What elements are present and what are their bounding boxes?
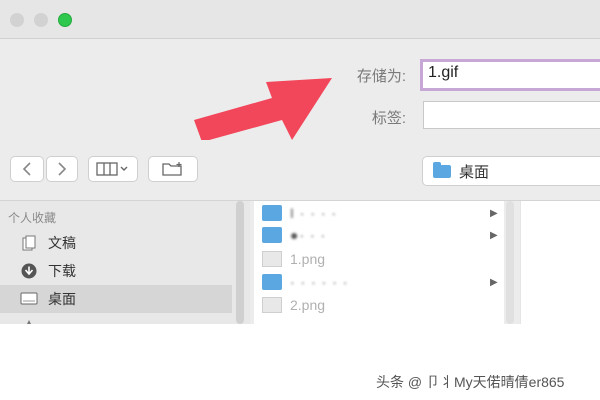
- file-name: · · · · · ·: [290, 274, 349, 290]
- sidebar-item-documents[interactable]: 文稿: [0, 229, 232, 257]
- preview-column: [520, 201, 600, 324]
- file-name: ●· · ·: [290, 227, 327, 243]
- file-name: 1.png: [290, 251, 326, 267]
- title-bar: [0, 0, 600, 39]
- folder-icon: [262, 205, 282, 221]
- location-popup[interactable]: 桌面: [422, 156, 600, 186]
- toolbar: 桌面: [0, 140, 600, 201]
- zoom-button[interactable]: [58, 13, 72, 27]
- file-row[interactable]: ●· · · ▶: [254, 223, 504, 247]
- tags-input[interactable]: [423, 101, 600, 129]
- minimize-button[interactable]: [34, 13, 48, 27]
- applications-icon: [20, 318, 38, 324]
- save-as-input[interactable]: 1.gif: [420, 59, 600, 91]
- sidebar-item-downloads[interactable]: 下载: [0, 257, 232, 285]
- chevron-right-icon: [58, 162, 67, 176]
- sidebar: 个人收藏 文稿 下载 桌面: [0, 201, 250, 324]
- disclosure-arrow-icon: ▶: [490, 276, 498, 288]
- file-name: I · · · ·: [290, 205, 338, 221]
- sidebar-section-favorites: 个人收藏: [8, 211, 57, 225]
- documents-icon: [20, 234, 38, 252]
- file-name: 2.png: [290, 297, 326, 313]
- sidebar-item-label: 下载: [48, 263, 76, 279]
- forward-button[interactable]: [46, 156, 78, 182]
- file-row[interactable]: · · · · · · ▶: [254, 270, 504, 294]
- sidebar-item-label: 桌面: [48, 291, 76, 307]
- disclosure-arrow-icon: ▶: [490, 207, 498, 219]
- image-file-icon: [262, 297, 282, 313]
- annotation-arrow: [194, 78, 332, 142]
- folder-icon: [262, 227, 282, 243]
- file-list-scrollbar[interactable]: [506, 201, 514, 324]
- close-button[interactable]: [10, 13, 24, 27]
- file-list: I · · · · ▶ ●· · · ▶ 1.png · · · · · · ▶…: [254, 201, 504, 324]
- desktop-icon: [20, 290, 38, 308]
- location-label: 桌面: [459, 163, 490, 181]
- back-button[interactable]: [10, 156, 44, 182]
- watermark: 头条 @ 卩丬My天偌晴倩er865: [376, 374, 565, 390]
- chevron-left-icon: [22, 162, 31, 176]
- sidebar-item-label: 文稿: [48, 235, 76, 251]
- sidebar-item-desktop[interactable]: 桌面: [0, 285, 232, 313]
- view-options-button[interactable]: [88, 156, 138, 182]
- new-folder-icon: [162, 162, 182, 176]
- file-row[interactable]: 2.png: [254, 293, 504, 317]
- disclosure-arrow-icon: ▶: [490, 229, 498, 241]
- downloads-icon: [20, 262, 38, 280]
- folder-icon: [433, 161, 451, 178]
- column-view-icon: [96, 162, 128, 176]
- image-file-icon: [262, 251, 282, 267]
- new-folder-button[interactable]: [148, 156, 198, 182]
- save-dialog: 存储为: 1.gif 标签: 桌面 个人收藏 文稿 下载 桌面 I · · · …: [0, 0, 600, 324]
- folder-icon: [262, 274, 282, 290]
- tags-label: 标签:: [371, 110, 406, 127]
- save-as-label: 存储为:: [356, 68, 406, 85]
- sidebar-item-applications[interactable]: [0, 313, 232, 324]
- file-row[interactable]: I · · · · ▶: [254, 201, 504, 225]
- sidebar-scrollbar[interactable]: [236, 201, 244, 324]
- file-row[interactable]: 1.png: [254, 247, 504, 271]
